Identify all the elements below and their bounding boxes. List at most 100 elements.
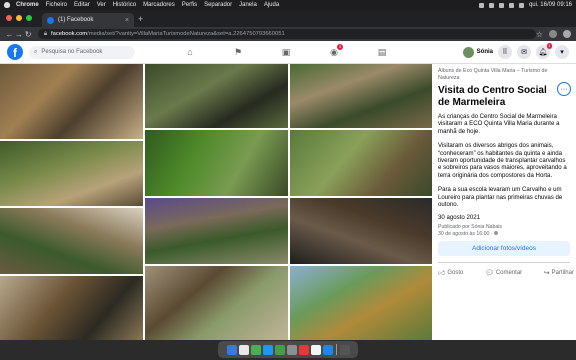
menu-item-historico[interactable]: Histórico (113, 2, 136, 8)
flag-icon: ⚑ (233, 46, 243, 57)
home-icon: ⌂ (187, 47, 193, 57)
new-tab-button[interactable]: + (138, 14, 143, 24)
share-button[interactable]: ↪ Partilhar (544, 268, 574, 277)
address-bar[interactable]: 🔒︎ facebook.com /media/set/?vanity=Villa… (37, 29, 536, 39)
browser-tab-facebook[interactable]: (1) Facebook × (42, 13, 134, 27)
audience-globe-icon (493, 230, 498, 235)
close-window-button[interactable] (6, 15, 12, 21)
album-photo[interactable] (0, 141, 143, 206)
menu-app-name[interactable]: Chrome (16, 2, 39, 8)
nav-gaming[interactable]: ▤ (358, 41, 406, 63)
zoom-window-button[interactable] (26, 15, 32, 21)
messenger-button[interactable]: ✉ (517, 45, 531, 59)
browser-toolbar: ← → ↻ 🔒︎ facebook.com /media/set/?vanity… (0, 27, 576, 41)
trash-icon[interactable] (339, 344, 350, 355)
menu-item-separador[interactable]: Separador (204, 2, 232, 8)
bookmark-star-icon[interactable]: ☆ (536, 30, 543, 39)
macos-dock (218, 341, 358, 358)
reload-icon[interactable]: ↻ (24, 30, 33, 39)
menu-grid-button[interactable]: ⠿ (498, 45, 512, 59)
published-at-text[interactable]: 30 de agosto às 16:00 · (438, 231, 493, 237)
lock-icon[interactable]: 🔒︎ (44, 31, 47, 38)
description-paragraph: Visitaram os diversos abrigos dos animai… (438, 142, 567, 179)
facebook-header: f ⌕ Pesquisa no Facebook ⌂ ⚑ ▣ ◉ 3 ▤ Sóni… (0, 41, 576, 64)
battery-icon[interactable] (488, 2, 494, 8)
album-photo[interactable] (290, 198, 432, 264)
menu-item-ajuda[interactable]: Ajuda (264, 2, 279, 8)
safari-icon[interactable] (262, 344, 273, 355)
address-host: facebook.com (51, 31, 88, 37)
settings-icon[interactable] (286, 344, 297, 355)
close-tab-icon[interactable]: × (125, 17, 129, 24)
photos-icon[interactable] (310, 344, 321, 355)
address-path: /media/set/?vanity=VillaMariaTurismodeNa… (87, 31, 285, 37)
album-photo[interactable] (0, 276, 143, 340)
avatar (462, 46, 474, 58)
chrome-icon[interactable] (250, 344, 261, 355)
mail-icon[interactable] (322, 344, 333, 355)
published-info: Publicado por Sónia Nabais 30 de agosto … (438, 224, 570, 237)
finder-icon[interactable] (226, 344, 237, 355)
album-photo[interactable] (0, 64, 143, 139)
back-arrow-icon[interactable]: ← (5, 30, 14, 39)
notifications-button[interactable]: 🔔︎ 1 (536, 43, 552, 59)
dock-separator (335, 344, 337, 355)
wifi-icon[interactable] (498, 2, 504, 8)
album-breadcrumb[interactable]: Álbuns de Eco Quinta Villa Maria – Turis… (438, 68, 550, 81)
menu-item-marcadores[interactable]: Marcadores (143, 2, 175, 8)
status-icon[interactable] (478, 2, 484, 8)
comment-button[interactable]: 💬︎ Comentar (485, 268, 522, 277)
minimize-window-button[interactable] (16, 15, 22, 21)
macos-menu-bar: Chrome Ficheiro Editar Ver Histórico Mar… (0, 0, 576, 10)
more-options-button[interactable]: ··· (557, 82, 571, 96)
menu-item-perfis[interactable]: Perfis (182, 2, 197, 8)
grid-icon: ⠿ (502, 49, 508, 56)
album-photo[interactable] (0, 208, 143, 274)
album-photo[interactable] (290, 64, 432, 128)
album-photo[interactable] (290, 130, 432, 196)
facebook-search-input[interactable]: ⌕ Pesquisa no Facebook (29, 45, 135, 59)
nav-groups[interactable]: ◉ 3 (310, 41, 358, 63)
menu-item-janela[interactable]: Janela (239, 2, 257, 8)
ellipsis-icon: ··· (560, 85, 568, 93)
window-controls (6, 15, 32, 21)
search-icon: ⌕ (34, 48, 38, 55)
chevron-down-icon: ▾ (560, 49, 564, 56)
album-photo[interactable] (145, 64, 288, 128)
thumbs-up-icon: 👍︎ (438, 270, 446, 278)
forward-arrow-icon[interactable]: → (14, 30, 23, 39)
gaming-icon: ▤ (377, 46, 387, 57)
menu-item-ficheiro[interactable]: Ficheiro (46, 2, 67, 8)
add-photos-button[interactable]: Adicionar fotos/vídeos (438, 241, 570, 257)
album-photo[interactable] (145, 130, 288, 196)
launchpad-icon[interactable] (238, 344, 249, 355)
menu-item-editar[interactable]: Editar (74, 2, 90, 8)
profile-shortcut[interactable]: Sónia (462, 46, 493, 58)
album-photo[interactable] (145, 266, 288, 340)
calendar-icon[interactable] (298, 344, 309, 355)
nav-marketplace[interactable]: ▣ (262, 41, 310, 63)
profile-avatar-icon[interactable] (549, 30, 558, 38)
apple-icon[interactable] (4, 2, 10, 8)
facebook-logo-icon[interactable]: f (7, 44, 23, 60)
published-by-text[interactable]: Publicado por Sónia Nabais (438, 224, 502, 230)
album-photo[interactable] (290, 266, 432, 340)
facebook-main-nav: ⌂ ⚑ ▣ ◉ 3 ▤ (166, 41, 406, 63)
menu-clock[interactable]: qui. 16/09 09:16 (529, 2, 572, 8)
album-photo[interactable] (145, 198, 288, 264)
account-button[interactable]: ▾ (555, 45, 569, 59)
store-icon: ▣ (281, 46, 291, 57)
search-spotlight-icon[interactable] (508, 2, 514, 8)
nav-pages[interactable]: ⚑ (214, 41, 262, 63)
share-icon: ↪ (543, 269, 550, 277)
facebook-account-area: Sónia ⠿ ✉ 🔔︎ 1 ▾ (462, 43, 569, 59)
like-button[interactable]: 👍︎ Gosto (438, 268, 463, 278)
control-center-icon[interactable] (518, 2, 524, 8)
messages-icon[interactable] (274, 344, 285, 355)
description-paragraph: As crianças do Centro Social de Marmelei… (438, 113, 560, 135)
browser-menu-icon[interactable] (563, 30, 572, 38)
nav-home[interactable]: ⌂ (166, 41, 214, 63)
menu-item-ver[interactable]: Ver (97, 2, 106, 8)
search-placeholder: Pesquisa no Facebook (41, 49, 103, 55)
messenger-icon: ✉ (521, 49, 527, 56)
